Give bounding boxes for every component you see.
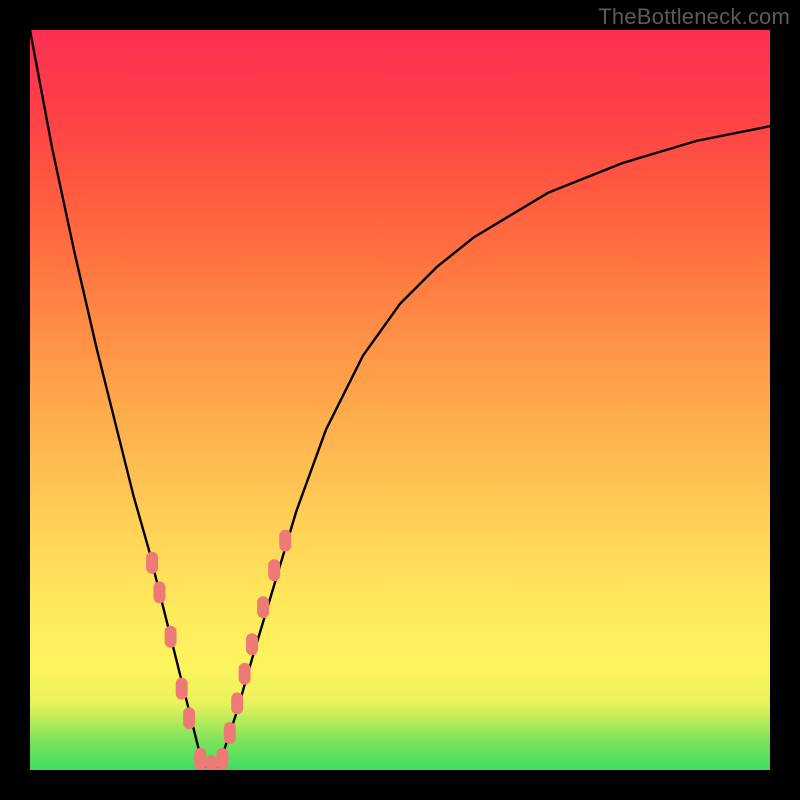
gpu-marker [176, 678, 188, 700]
gpu-marker [246, 633, 258, 655]
gpu-marker [194, 748, 206, 770]
gpu-marker [205, 755, 217, 770]
bottleneck-curve-path [30, 30, 770, 770]
gpu-marker [231, 692, 243, 714]
gpu-marker [239, 663, 251, 685]
gpu-marker [257, 596, 269, 618]
plot-area [30, 30, 770, 770]
gpu-marker-group [146, 530, 291, 770]
gpu-marker [183, 707, 195, 729]
gpu-marker [146, 552, 158, 574]
bottleneck-curve-svg [30, 30, 770, 770]
gpu-marker [216, 748, 228, 770]
gpu-marker [279, 530, 291, 552]
gpu-marker [154, 581, 166, 603]
gpu-marker [268, 559, 280, 581]
chart-frame: TheBottleneck.com [0, 0, 800, 800]
watermark-text: TheBottleneck.com [598, 4, 790, 30]
gpu-marker [224, 722, 236, 744]
gpu-marker [165, 626, 177, 648]
